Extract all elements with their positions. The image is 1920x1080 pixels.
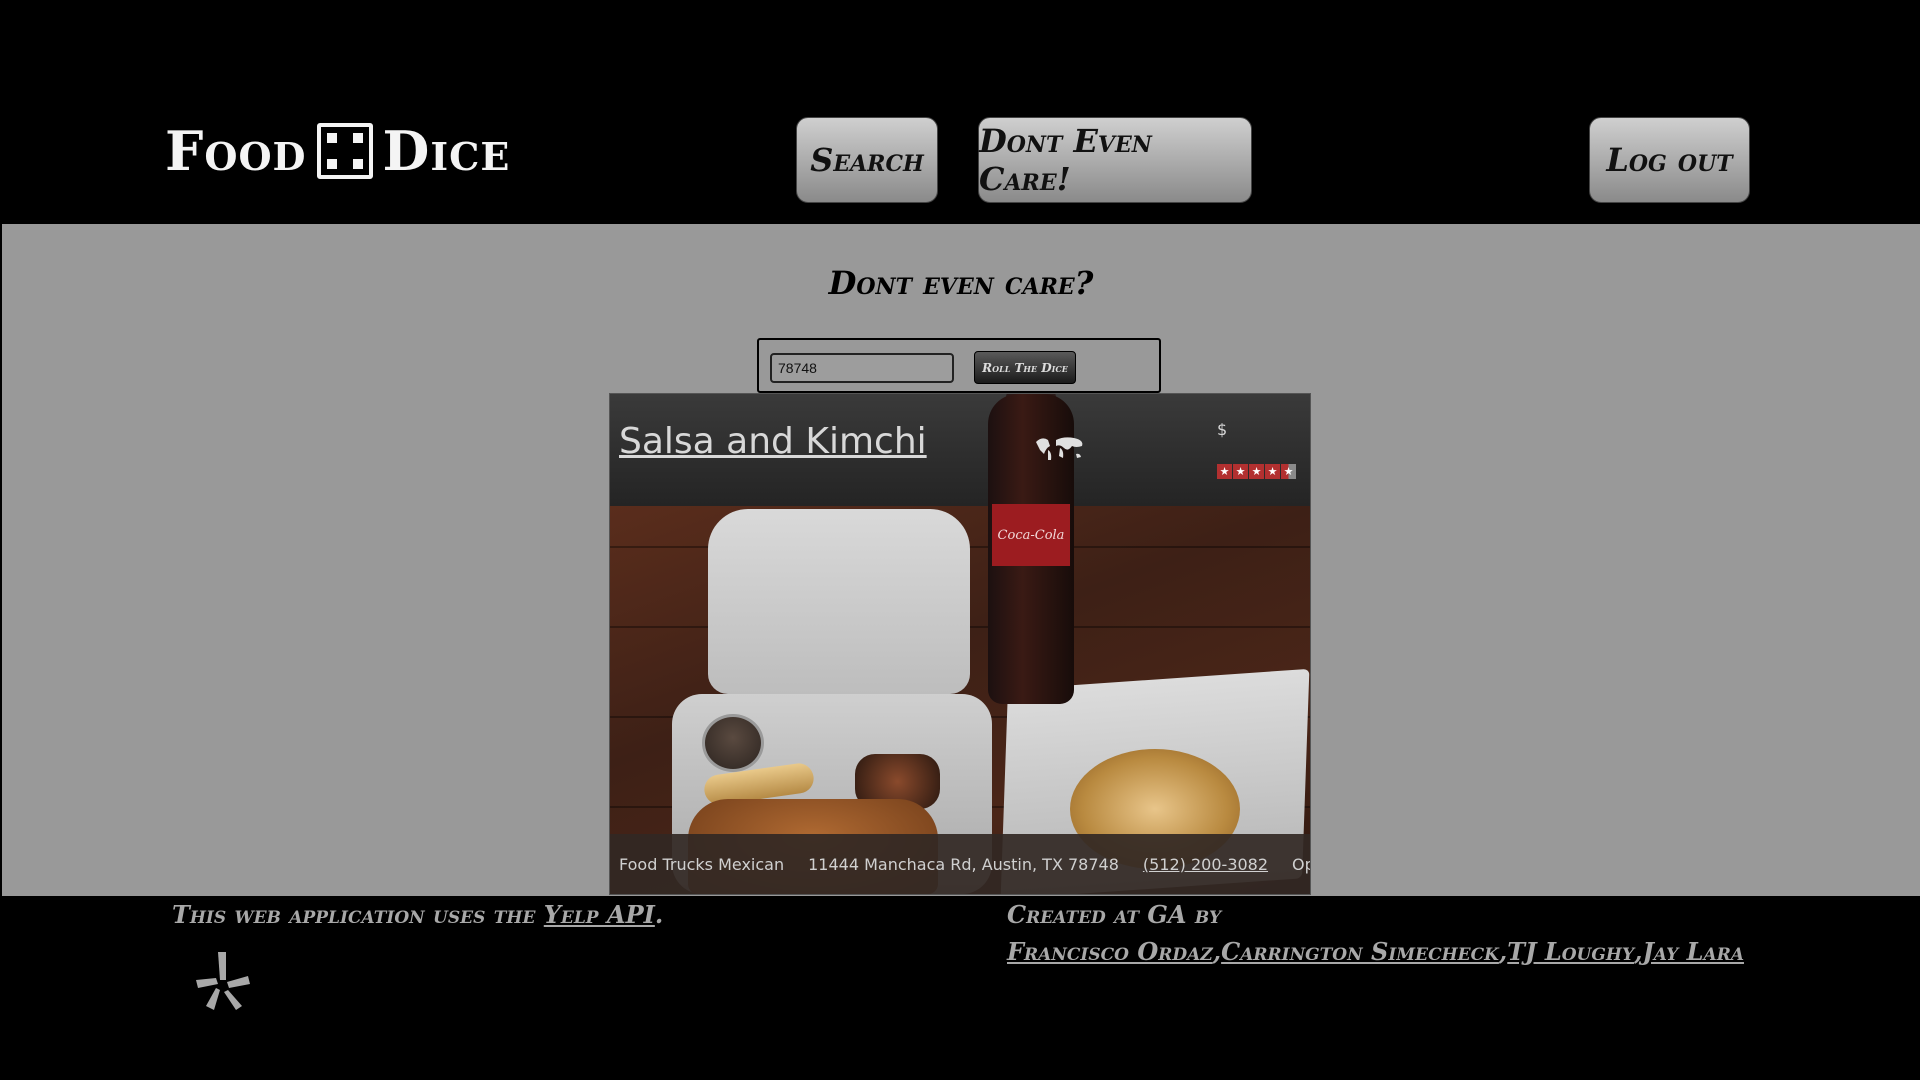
dice-icon <box>316 123 373 179</box>
world-map-icon <box>1036 437 1083 460</box>
author-links: Francisco Ordaz,Carrington Simecheck,TJ … <box>1007 937 1745 966</box>
restaurant-details-bar: Food Trucks Mexican 11444 Manchaca Rd, A… <box>610 834 1310 894</box>
yelp-icon[interactable] <box>196 950 250 1012</box>
star-icon: ★ <box>1249 464 1264 479</box>
zip-code-input[interactable] <box>770 353 954 383</box>
yelp-api-link[interactable]: Yelp API <box>544 900 655 929</box>
dont-even-care-button[interactable]: Dont Even Care! <box>978 117 1252 203</box>
app-logo[interactable]: Food Dice <box>165 118 510 184</box>
restaurant-name-link[interactable]: Salsa and Kimchi <box>619 421 927 462</box>
zip-search-form: Roll The Dice <box>757 338 1161 393</box>
star-icon: ★ <box>1217 464 1232 479</box>
half-star-icon: ★ <box>1281 464 1296 479</box>
author-link[interactable]: Carrington Simecheck <box>1221 937 1499 966</box>
star-icon: ★ <box>1265 464 1280 479</box>
logo-text-dice: Dice <box>382 119 511 183</box>
credits-heading: Created at GA by <box>1007 900 1222 929</box>
yelp-attribution: This web application uses the Yelp API. <box>172 900 664 929</box>
logo-text-food: Food <box>165 119 307 183</box>
price-level: $ <box>1217 420 1228 439</box>
author-link[interactable]: Jay Lara <box>1642 937 1744 966</box>
restaurant-status: Opened <box>1292 854 1310 874</box>
restaurant-address: 11444 Manchaca Rd, Austin, TX 78748 <box>808 854 1119 874</box>
page-title: Dont even care? <box>828 264 1094 302</box>
logout-button[interactable]: Log out <box>1589 117 1750 203</box>
restaurant-phone-link[interactable]: (512) 200-3082 <box>1143 855 1268 874</box>
restaurant-categories: Food Trucks Mexican <box>619 854 785 874</box>
restaurant-result-card: Coca-Cola Salsa and Kimchi $ ★ ★ ★ ★ ★ F… <box>609 393 1311 895</box>
roll-the-dice-button[interactable]: Roll The Dice <box>974 351 1076 384</box>
search-button[interactable]: Search <box>796 117 938 203</box>
rating-stars: ★ ★ ★ ★ ★ <box>1217 464 1296 479</box>
bottle-label: Coca-Cola <box>992 504 1070 566</box>
author-link[interactable]: TJ Loughy <box>1507 937 1634 966</box>
star-icon: ★ <box>1233 464 1248 479</box>
main-content: Dont even care? Roll The Dice Coca-Cola … <box>2 224 1920 896</box>
author-link[interactable]: Francisco Ordaz <box>1007 937 1213 966</box>
